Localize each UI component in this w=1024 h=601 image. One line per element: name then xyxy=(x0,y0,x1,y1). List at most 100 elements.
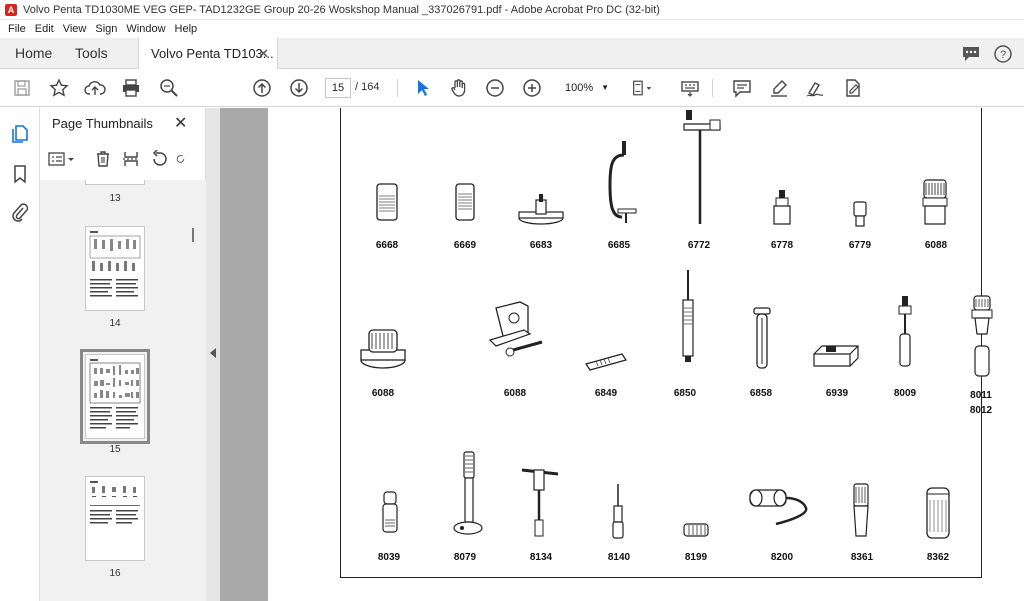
thumbnail-list: 13 14 15 16 xyxy=(40,180,206,601)
scrollbar-thumb[interactable] xyxy=(192,228,194,242)
window-title: Volvo Penta TD1030ME VEG GEP- TAD1232GE … xyxy=(23,3,660,16)
highlight-icon[interactable] xyxy=(768,77,790,99)
tool-illustration xyxy=(924,486,952,540)
tool-illustration xyxy=(518,464,562,540)
chevron-left-icon xyxy=(210,348,216,358)
tool-number-label: 8039 xyxy=(377,552,401,563)
page-number-input[interactable]: 15 xyxy=(325,78,351,98)
attachment-icon[interactable] xyxy=(10,202,30,222)
tool-illustration xyxy=(896,294,914,374)
delete-page-icon[interactable] xyxy=(92,148,114,170)
print-icon[interactable] xyxy=(120,77,142,99)
extract-page-icon[interactable] xyxy=(120,148,142,170)
tool-number-label: 6778 xyxy=(770,240,794,251)
tool-number-label: 6683 xyxy=(529,240,553,251)
tool-number-label: 8011 xyxy=(970,390,992,401)
previous-page-icon[interactable] xyxy=(251,77,273,99)
left-navigation-rail xyxy=(0,108,40,601)
tool-illustration xyxy=(380,490,400,536)
rotate-clockwise-icon[interactable] xyxy=(176,148,186,170)
window-right-edge xyxy=(1018,108,1024,601)
thumbnail-label: 16 xyxy=(109,568,121,579)
pdf-page: 6668 6669 6683 6685 6772 6778 6779 6088 xyxy=(268,108,1024,601)
tab-home[interactable]: Home xyxy=(15,38,52,69)
zoom-out-icon[interactable] xyxy=(484,77,506,99)
page-thumbnails-icon[interactable] xyxy=(10,124,30,144)
draw-sign-icon[interactable] xyxy=(805,77,827,99)
tool-number-label: 8079 xyxy=(453,552,477,563)
page-display-icon[interactable] xyxy=(632,77,654,99)
tool-illustration xyxy=(970,294,994,380)
tab-document[interactable]: Volvo Penta TD103... ✕ xyxy=(138,38,278,69)
menu-help[interactable]: Help xyxy=(175,23,198,35)
tool-number-label: 8009 xyxy=(893,388,917,399)
tool-number-label: 8012 xyxy=(969,405,993,416)
thumbnail-page-15[interactable] xyxy=(80,349,150,444)
thumbnail-label: 14 xyxy=(109,318,121,329)
comment-icon[interactable] xyxy=(961,44,981,64)
menu-view[interactable]: View xyxy=(63,23,87,35)
tab-document-label: Volvo Penta TD103... xyxy=(151,46,274,61)
select-cursor-icon[interactable] xyxy=(412,77,434,99)
tool-illustration xyxy=(850,200,870,230)
thumbnail-page-14[interactable] xyxy=(85,226,145,311)
rotate-counterclockwise-icon[interactable] xyxy=(148,148,170,170)
panel-title: Page Thumbnails xyxy=(52,116,153,131)
hand-tool-icon[interactable] xyxy=(448,77,470,99)
tool-illustration xyxy=(486,300,548,366)
thumbnail-label: 13 xyxy=(109,193,121,204)
tab-tools[interactable]: Tools xyxy=(75,38,108,69)
zoom-level-select[interactable]: 100% ▼ xyxy=(561,78,615,98)
keyboard-icon[interactable] xyxy=(679,77,701,99)
chevron-down-icon: ▼ xyxy=(601,83,609,92)
tool-illustration xyxy=(582,350,630,372)
tool-number-label: 8140 xyxy=(607,552,631,563)
menu-bar: File Edit View Sign Window Help xyxy=(0,20,1024,38)
next-page-icon[interactable] xyxy=(288,77,310,99)
tool-illustration xyxy=(744,486,810,534)
help-icon[interactable]: ? xyxy=(993,44,1013,64)
thumbnail-page-13[interactable] xyxy=(85,180,145,185)
panel-close-button[interactable]: ✕ xyxy=(174,113,187,133)
tool-illustration xyxy=(374,182,400,222)
tool-illustration xyxy=(850,482,872,540)
thumbnail-options-icon[interactable] xyxy=(46,148,78,170)
tool-illustration xyxy=(606,141,640,227)
tool-illustration xyxy=(810,342,862,370)
tool-number-label: 8362 xyxy=(926,552,950,563)
star-icon[interactable] xyxy=(48,77,70,99)
thumbnail-page-16[interactable] xyxy=(85,476,145,561)
tool-number-label: 6669 xyxy=(453,240,477,251)
svg-text:?: ? xyxy=(1000,49,1006,61)
acrobat-app-icon: A xyxy=(5,3,17,16)
cloud-upload-icon[interactable] xyxy=(84,77,106,99)
menu-edit[interactable]: Edit xyxy=(35,23,54,35)
menu-file[interactable]: File xyxy=(8,23,26,35)
fill-sign-icon[interactable] xyxy=(842,77,864,99)
page-total: / 164 xyxy=(355,81,380,93)
tool-illustration xyxy=(752,306,772,372)
save-icon[interactable] xyxy=(11,77,33,99)
bookmark-icon[interactable] xyxy=(10,164,30,184)
zoom-in-icon[interactable] xyxy=(521,77,543,99)
tool-illustration xyxy=(682,520,710,540)
tab-close-button[interactable]: ✕ xyxy=(258,38,269,69)
add-comment-icon[interactable] xyxy=(731,77,753,99)
main-toolbar: 15 / 164 100% ▼ xyxy=(0,69,1024,107)
menu-sign[interactable]: Sign xyxy=(95,23,117,35)
tool-number-label: 6088 xyxy=(924,240,948,251)
menu-window[interactable]: Window xyxy=(126,23,165,35)
tool-illustration xyxy=(920,178,950,228)
thumbnail-label: 15 xyxy=(109,444,121,455)
zoom-search-icon[interactable] xyxy=(158,77,180,99)
thumbnail-toolbar xyxy=(40,144,206,174)
tool-number-label: 6849 xyxy=(594,388,618,399)
thumbnail-scrollbar[interactable] xyxy=(188,180,198,601)
panel-collapse-handle[interactable] xyxy=(206,108,220,601)
tool-number-label: 8134 xyxy=(529,552,553,563)
title-bar: A Volvo Penta TD1030ME VEG GEP- TAD1232G… xyxy=(0,0,1024,20)
toolbar-divider xyxy=(712,79,713,97)
tool-illustration xyxy=(676,268,700,364)
document-viewport: 6668 6669 6683 6685 6772 6778 6779 6088 xyxy=(220,108,1024,601)
tool-table-frame xyxy=(340,108,982,578)
